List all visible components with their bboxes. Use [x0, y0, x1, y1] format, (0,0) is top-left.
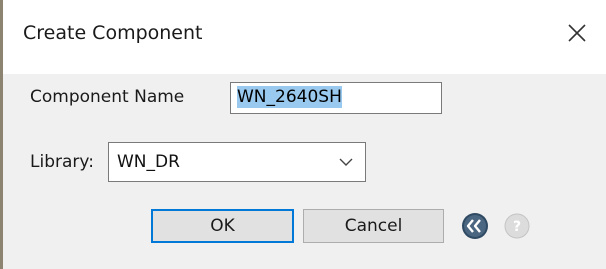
chevron-down-icon — [339, 158, 353, 166]
dialog-title: Create Component — [23, 22, 203, 44]
component-name-input[interactable]: WN_2640SH — [230, 82, 442, 114]
ok-button[interactable]: OK — [151, 209, 294, 243]
close-icon — [568, 24, 586, 42]
double-chevron-left-icon[interactable] — [461, 212, 489, 240]
library-label: Library: — [30, 152, 94, 172]
component-name-value: WN_2640SH — [237, 86, 342, 108]
library-select[interactable]: WN_DR — [108, 142, 366, 182]
library-selected-value: WN_DR — [117, 152, 180, 172]
close-button[interactable] — [560, 16, 594, 50]
cancel-button[interactable]: Cancel — [303, 209, 444, 243]
svg-text:?: ? — [513, 219, 521, 235]
title-bar: Create Component — [3, 0, 606, 74]
dialog-body: Component Name WN_2640SH Library: WN_DR … — [3, 74, 606, 269]
help-icon[interactable]: ? — [504, 213, 530, 239]
component-name-label: Component Name — [30, 87, 185, 107]
